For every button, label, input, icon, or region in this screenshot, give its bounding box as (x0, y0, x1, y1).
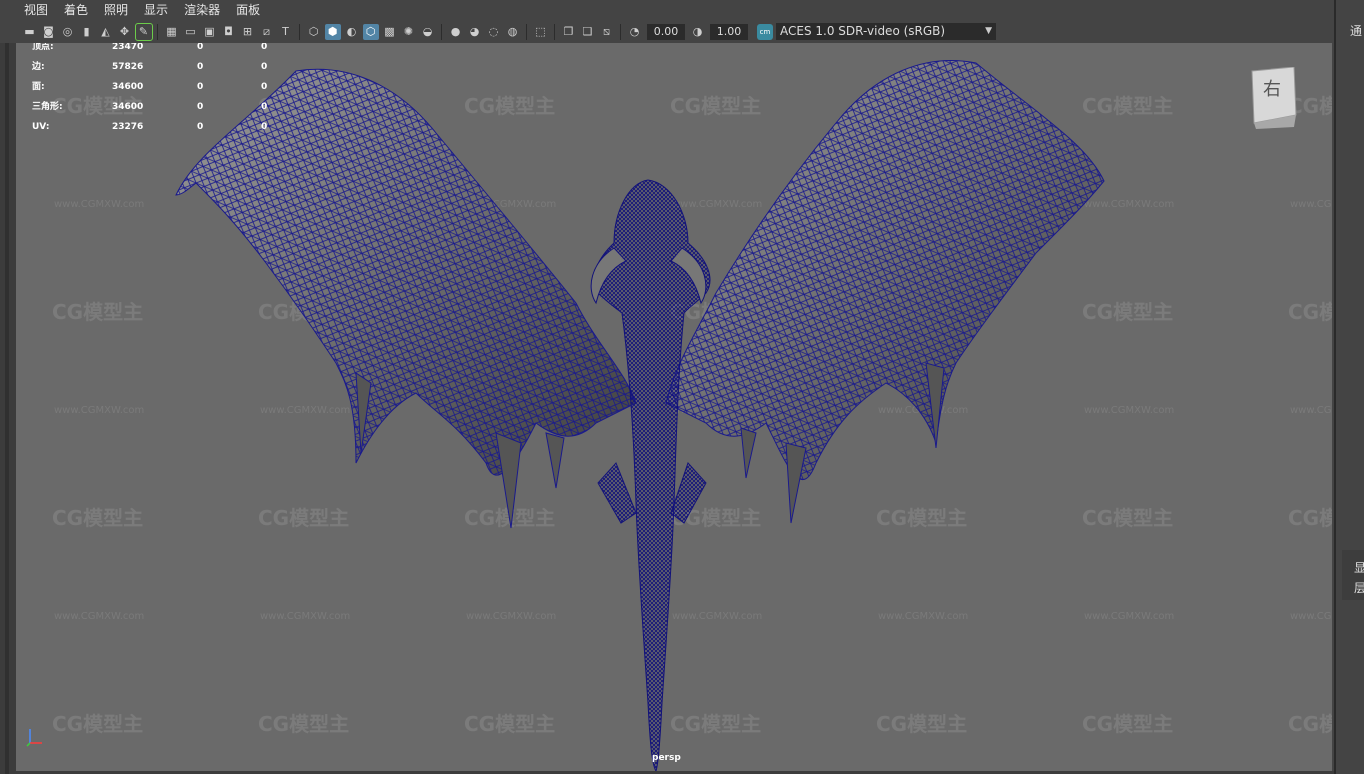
menu-shading[interactable]: 着色 (56, 0, 96, 20)
color-space-dropdown[interactable]: ACES 1.0 SDR-video (sRGB) ▼ (776, 23, 996, 40)
toolbar-separator (554, 23, 555, 40)
menu-view[interactable]: 视图 (0, 0, 56, 20)
toolbar-separator (299, 23, 300, 40)
isolate-select-icon[interactable]: ⬚ (533, 24, 549, 40)
menu-lighting[interactable]: 照明 (96, 0, 136, 20)
motion-blur-icon[interactable]: ◕ (467, 24, 483, 40)
hud-value: 0 (261, 82, 268, 92)
shadows-icon[interactable]: ◒ (420, 24, 436, 40)
camera-lock-icon[interactable]: ◎ (60, 24, 76, 40)
channel-box-panel: 通 显 层 (1334, 0, 1364, 774)
chevron-down-icon: ▼ (985, 26, 992, 36)
color-management-icon[interactable]: cm (757, 23, 773, 40)
camera-icon[interactable]: ▬ (22, 24, 38, 40)
dragon-mesh (175, 60, 1105, 771)
hud-value: 34600 (112, 82, 144, 92)
toolbar-separator (620, 23, 621, 40)
film-gate-icon[interactable]: ▭ (183, 24, 199, 40)
hud-label: 边: (32, 62, 45, 72)
hud-value: 0 (261, 62, 268, 72)
camera-label: persp (652, 753, 681, 763)
right-wing (665, 60, 1105, 524)
default-material-icon[interactable]: ◐ (344, 24, 360, 40)
gamma-icon[interactable]: ◑ (690, 24, 706, 40)
anti-aliasing-icon[interactable]: ◌ (486, 24, 502, 40)
left-tool-strip (0, 43, 16, 774)
right-panel-title[interactable]: 通 (1350, 22, 1362, 39)
hud-value: 57826 (112, 62, 144, 72)
hud-row: 边: 57826 0 0 (32, 63, 301, 83)
hud-value: 34600 (112, 102, 144, 112)
xray-components-icon[interactable]: ⧅ (599, 24, 615, 40)
lights-icon[interactable]: ✺ (401, 24, 417, 40)
camera-attributes-icon[interactable]: ◙ (41, 24, 57, 40)
hud-value: 0 (197, 82, 204, 92)
left-strip-bar (5, 43, 9, 774)
hud-label: UV: (32, 122, 50, 132)
hud-value: 23470 (112, 43, 144, 52)
image-plane-icon[interactable]: ◭ (98, 24, 114, 40)
wireframe-icon[interactable]: ⬡ (306, 24, 322, 40)
hud-label: 面: (32, 82, 45, 92)
layer-tab[interactable]: 层 (1354, 578, 1364, 598)
panel-toolbar: ▬ ◙ ◎ ▮ ◭ ✥ ✎ ▦ ▭ ▣ ◘ ⊞ ⧄ T ⬡ ⬢ ◐ ⬡ ▩ ✺ … (0, 20, 1334, 43)
color-space-value: ACES 1.0 SDR-video (sRGB) (780, 24, 946, 38)
axis-gizmo-icon (26, 729, 42, 747)
hud-row: 面: 34600 0 0 (32, 83, 301, 103)
hud-value: 0 (261, 102, 268, 112)
smooth-shade-icon[interactable]: ⬢ (324, 23, 341, 40)
wireframe-on-shaded-icon[interactable]: ⬡ (362, 23, 379, 40)
safe-action-icon[interactable]: ⧄ (259, 24, 275, 40)
hud-row: 顶点: 23470 0 0 (32, 43, 301, 63)
hud-value: 0 (197, 62, 204, 72)
gamma-field[interactable]: 1.00 (710, 23, 748, 40)
poly-count-hud: 顶点: 23470 0 0 边: 57826 0 0 面: 34600 0 0 三角形: 34600… (32, 43, 301, 143)
view-cube[interactable]: 右 (1250, 67, 1298, 129)
screen-space-ao-icon[interactable]: ● (448, 24, 464, 40)
hud-row: UV: 23276 0 0 (32, 123, 301, 143)
hud-value: 23276 (112, 122, 144, 132)
viewport-3d[interactable]: CG模型主CG模型主CG模型主CG模型主CG模型主CG模型主CG模型主CG模型主… (16, 43, 1332, 771)
grid-icon[interactable]: ▦ (164, 24, 180, 40)
toolbar-separator (157, 23, 158, 40)
resolution-gate-icon[interactable]: ▣ (202, 24, 218, 40)
layer-editor-labels: 显 层 (1354, 558, 1364, 598)
menu-show[interactable]: 显示 (136, 0, 176, 20)
hud-label: 三角形: (32, 102, 63, 112)
hud-value: 0 (197, 122, 204, 132)
hud-value: 0 (261, 122, 268, 132)
bookmark-icon[interactable]: ▮ (79, 24, 95, 40)
view-cube-face-label: 右 (1263, 79, 1281, 100)
exposure-icon[interactable]: ◔ (627, 24, 643, 40)
textured-icon[interactable]: ▩ (382, 24, 398, 40)
display-tab[interactable]: 显 (1354, 558, 1364, 578)
exposure-field[interactable]: 0.00 (647, 23, 685, 40)
xray-icon[interactable]: ❐ (561, 24, 577, 40)
xray-joints-icon[interactable]: ❑ (580, 24, 596, 40)
two-d-pan-zoom-icon[interactable]: ✥ (117, 24, 133, 40)
menu-panels[interactable]: 面板 (228, 0, 268, 20)
toolbar-separator (441, 23, 442, 40)
toolbar-separator (526, 23, 527, 40)
hud-value: 0 (197, 102, 204, 112)
safe-title-icon[interactable]: T (278, 24, 294, 40)
grease-pencil-icon[interactable]: ✎ (134, 22, 153, 41)
hud-value: 0 (261, 43, 268, 52)
menu-bar: 视图 着色 照明 显示 渲染器 面板 (0, 0, 1334, 20)
hud-row: 三角形: 34600 0 0 (32, 103, 301, 123)
menu-renderer[interactable]: 渲染器 (176, 0, 228, 20)
depth-of-field-icon[interactable]: ◍ (505, 24, 521, 40)
hud-value: 0 (197, 43, 204, 52)
hud-label: 顶点: (32, 43, 54, 52)
field-chart-icon[interactable]: ⊞ (240, 24, 256, 40)
dragon-body (590, 179, 711, 771)
gate-mask-icon[interactable]: ◘ (221, 24, 237, 40)
